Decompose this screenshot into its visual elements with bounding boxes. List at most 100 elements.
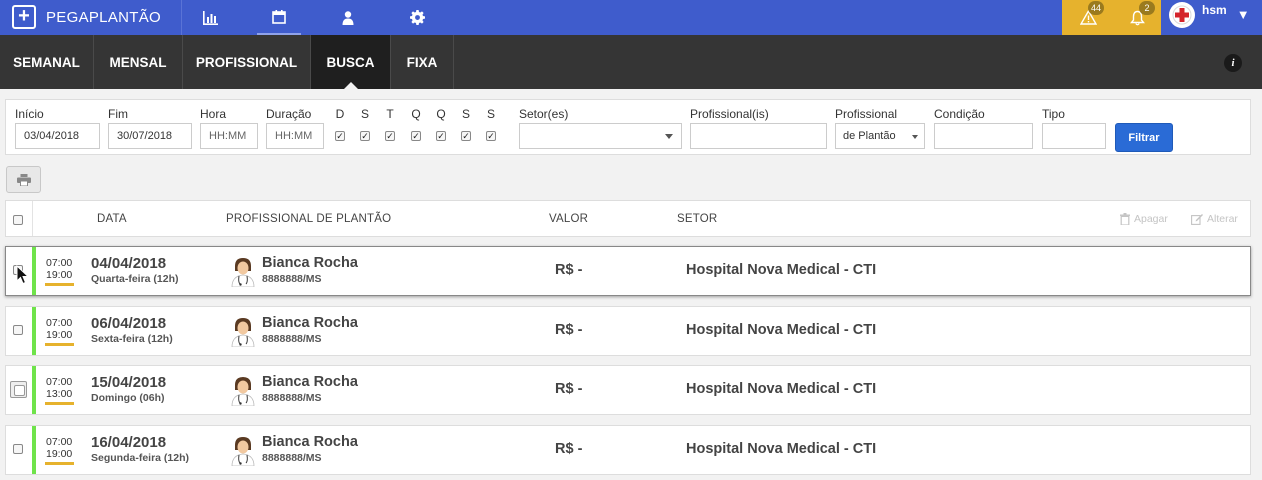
user-avatar bbox=[1169, 2, 1195, 28]
profissionais-label: Profissional(is) bbox=[690, 107, 769, 121]
tab-profissional[interactable]: PROFISSIONAL bbox=[183, 35, 311, 89]
professional-name: Bianca Rocha bbox=[262, 255, 358, 271]
professional-crm: 8888888/MS bbox=[262, 333, 322, 345]
warnings-button[interactable]: 44 bbox=[1064, 0, 1112, 35]
shift-date: 15/04/2018 bbox=[91, 374, 167, 391]
notifications-button[interactable]: 2 bbox=[1113, 0, 1161, 35]
shift-status-bar bbox=[32, 247, 36, 295]
row-checkbox[interactable] bbox=[10, 381, 27, 398]
shift-status-bar bbox=[32, 366, 36, 414]
shift-row[interactable]: 07:00 19:00 04/04/2018 Quarta-feira (12h… bbox=[5, 246, 1251, 296]
shift-weekday: Sexta-feira (12h) bbox=[91, 333, 173, 345]
tab-fixa[interactable]: FIXA bbox=[391, 35, 454, 89]
duracao-label: Duração bbox=[266, 107, 312, 121]
profissionais-input[interactable] bbox=[690, 123, 827, 149]
shift-weekday: Domingo (06h) bbox=[91, 392, 165, 404]
shift-row[interactable]: 07:00 19:00 06/04/2018 Sexta-feira (12h)… bbox=[5, 306, 1251, 356]
alerts-area: 44 2 bbox=[1062, 0, 1161, 35]
day-checkbox-dom[interactable]: ✓ bbox=[335, 131, 345, 141]
nav-calendar-button[interactable] bbox=[257, 0, 301, 35]
header-divider bbox=[32, 201, 33, 236]
shift-status-bar bbox=[32, 307, 36, 355]
time-underline bbox=[45, 343, 74, 346]
time-underline bbox=[45, 462, 74, 465]
shift-row[interactable]: 07:00 13:00 15/04/2018 Domingo (06h) Bia… bbox=[5, 365, 1251, 415]
shift-sector: Hospital Nova Medical - CTI bbox=[686, 441, 877, 457]
shift-value: R$ - bbox=[555, 381, 583, 397]
day-label-qui: Q bbox=[436, 107, 446, 121]
profissional-value: de Plantão bbox=[843, 130, 896, 142]
row-checkbox[interactable] bbox=[13, 325, 23, 335]
nav-settings-button[interactable] bbox=[395, 0, 439, 35]
hora-field[interactable] bbox=[209, 130, 249, 142]
warnings-badge: 44 bbox=[1088, 1, 1105, 15]
alterar-button[interactable]: Alterar bbox=[1191, 213, 1238, 225]
user-menu[interactable]: hsm ▼ bbox=[1161, 0, 1262, 35]
user-name: hsm bbox=[1202, 3, 1227, 17]
info-icon[interactable]: i bbox=[1224, 54, 1242, 72]
day-checkbox-qua[interactable]: ✓ bbox=[411, 131, 421, 141]
tipo-input[interactable] bbox=[1042, 123, 1106, 149]
print-button[interactable] bbox=[6, 166, 41, 193]
inicio-value: 03/04/2018 bbox=[24, 130, 80, 142]
setores-label: Setor(es) bbox=[519, 107, 569, 121]
day-checkbox-seg[interactable]: ✓ bbox=[360, 131, 370, 141]
shift-sector: Hospital Nova Medical - CTI bbox=[686, 322, 877, 338]
row-checkbox[interactable] bbox=[13, 444, 23, 454]
profissional-label: Profissional bbox=[835, 107, 898, 121]
fim-label: Fim bbox=[108, 107, 128, 121]
shift-start-time: 07:00 bbox=[46, 436, 73, 448]
tab-semanal[interactable]: SEMANAL bbox=[0, 35, 94, 89]
day-checkbox-sab[interactable]: ✓ bbox=[486, 131, 496, 141]
day-label-ter: T bbox=[386, 107, 394, 121]
day-label-qua: Q bbox=[411, 107, 421, 121]
gear-icon bbox=[409, 10, 425, 25]
doctor-avatar-icon bbox=[231, 258, 255, 287]
duracao-field[interactable] bbox=[275, 130, 315, 142]
professional-name: Bianca Rocha bbox=[262, 315, 358, 331]
nav-users-button[interactable] bbox=[326, 0, 370, 35]
condicao-input[interactable] bbox=[934, 123, 1033, 149]
fim-date-input[interactable]: 30/07/2018 bbox=[108, 123, 192, 149]
time-underline bbox=[45, 402, 74, 405]
day-checkbox-ter[interactable]: ✓ bbox=[385, 131, 395, 141]
duracao-input[interactable] bbox=[266, 123, 324, 149]
header-setor: SETOR bbox=[677, 213, 718, 225]
notifications-badge: 2 bbox=[1139, 1, 1155, 15]
day-checkbox-sex[interactable]: ✓ bbox=[461, 131, 471, 141]
alterar-label: Alterar bbox=[1207, 213, 1238, 225]
filtrar-button[interactable]: Filtrar bbox=[1115, 123, 1173, 152]
doctor-avatar-icon bbox=[231, 377, 255, 406]
user-icon bbox=[342, 10, 354, 25]
select-all-checkbox[interactable] bbox=[13, 215, 23, 225]
profissional-select[interactable]: de Plantão bbox=[835, 123, 925, 149]
shift-end-time: 13:00 bbox=[46, 388, 73, 400]
day-label-sex: S bbox=[461, 107, 470, 121]
shift-date: 04/04/2018 bbox=[91, 255, 167, 272]
nav-reports-button[interactable] bbox=[188, 0, 232, 35]
logo-text: PEGAPLANTÃO bbox=[46, 8, 162, 26]
shift-end-time: 19:00 bbox=[46, 329, 73, 341]
day-checkbox-qui[interactable]: ✓ bbox=[436, 131, 446, 141]
condicao-label: Condição bbox=[934, 107, 985, 121]
shift-date: 06/04/2018 bbox=[91, 315, 167, 332]
app-logo[interactable]: + PEGAPLANTÃO bbox=[12, 5, 161, 29]
tab-busca[interactable]: BUSCA bbox=[311, 35, 391, 89]
search-filters-panel: Início 03/04/2018 Fim 30/07/2018 Hora Du… bbox=[5, 99, 1251, 155]
shift-row[interactable]: 07:00 19:00 16/04/2018 Segunda-feira (12… bbox=[5, 425, 1251, 475]
inicio-date-input[interactable]: 03/04/2018 bbox=[15, 123, 100, 149]
tab-busca-label: BUSCA bbox=[326, 54, 375, 70]
apagar-button[interactable]: Apagar bbox=[1120, 213, 1168, 225]
professional-name: Bianca Rocha bbox=[262, 434, 358, 450]
navbar-divider bbox=[181, 0, 182, 35]
shift-start-time: 07:00 bbox=[46, 376, 73, 388]
shift-date: 16/04/2018 bbox=[91, 434, 167, 451]
setores-select[interactable] bbox=[519, 123, 682, 149]
hora-input[interactable] bbox=[200, 123, 258, 149]
caret-down-icon: ▼ bbox=[1236, 7, 1250, 22]
shift-value: R$ - bbox=[555, 262, 583, 278]
dropdown-caret-icon bbox=[665, 134, 673, 139]
shift-value: R$ - bbox=[555, 322, 583, 338]
tab-mensal[interactable]: MENSAL bbox=[94, 35, 183, 89]
professional-crm: 8888888/MS bbox=[262, 452, 322, 464]
